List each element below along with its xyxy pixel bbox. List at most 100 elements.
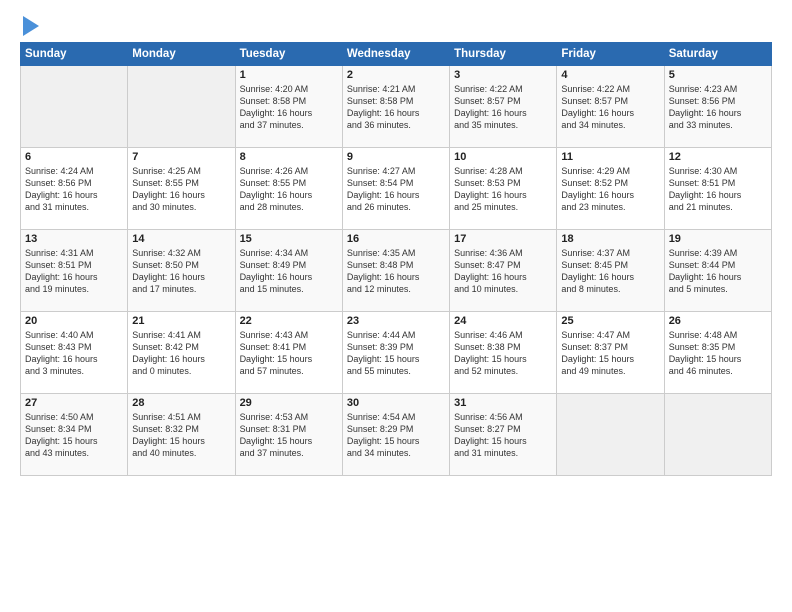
day-number: 11 bbox=[561, 151, 659, 163]
cell-details: Sunrise: 4:29 AM Sunset: 8:52 PM Dayligh… bbox=[561, 165, 659, 214]
weekday-header-sunday: Sunday bbox=[21, 43, 128, 66]
calendar-cell: 3 Sunrise: 4:22 AM Sunset: 8:57 PM Daylig… bbox=[450, 66, 557, 148]
calendar-week-1: 1 Sunrise: 4:20 AM Sunset: 8:58 PM Daylig… bbox=[21, 66, 772, 148]
weekday-header-wednesday: Wednesday bbox=[342, 43, 449, 66]
calendar-cell: 2 Sunrise: 4:21 AM Sunset: 8:58 PM Daylig… bbox=[342, 66, 449, 148]
day-number: 30 bbox=[347, 397, 445, 409]
day-number: 1 bbox=[240, 69, 338, 81]
calendar-cell: 13 Sunrise: 4:31 AM Sunset: 8:51 PM Dayli… bbox=[21, 230, 128, 312]
cell-details: Sunrise: 4:32 AM Sunset: 8:50 PM Dayligh… bbox=[132, 247, 230, 296]
day-number: 16 bbox=[347, 233, 445, 245]
day-number: 8 bbox=[240, 151, 338, 163]
cell-details: Sunrise: 4:51 AM Sunset: 8:32 PM Dayligh… bbox=[132, 411, 230, 460]
day-number: 24 bbox=[454, 315, 552, 327]
cell-details: Sunrise: 4:31 AM Sunset: 8:51 PM Dayligh… bbox=[25, 247, 123, 296]
day-number: 22 bbox=[240, 315, 338, 327]
day-number: 3 bbox=[454, 69, 552, 81]
calendar-week-3: 13 Sunrise: 4:31 AM Sunset: 8:51 PM Dayli… bbox=[21, 230, 772, 312]
cell-details: Sunrise: 4:39 AM Sunset: 8:44 PM Dayligh… bbox=[669, 247, 767, 296]
calendar-cell: 18Sunrise: 4:37 AM Sunset: 8:45 PM Dayli… bbox=[557, 230, 664, 312]
calendar-cell: 28Sunrise: 4:51 AM Sunset: 8:32 PM Dayli… bbox=[128, 394, 235, 476]
calendar-cell: 26 Sunrise: 4:48 AM Sunset: 8:35 PM Dayli… bbox=[664, 312, 771, 394]
weekday-header-monday: Monday bbox=[128, 43, 235, 66]
calendar-cell: 1 Sunrise: 4:20 AM Sunset: 8:58 PM Daylig… bbox=[235, 66, 342, 148]
day-number: 10 bbox=[454, 151, 552, 163]
calendar-cell: 11 Sunrise: 4:29 AM Sunset: 8:52 PM Dayli… bbox=[557, 148, 664, 230]
cell-details: Sunrise: 4:27 AM Sunset: 8:54 PM Dayligh… bbox=[347, 165, 445, 214]
day-number: 21 bbox=[132, 315, 230, 327]
day-number: 4 bbox=[561, 69, 659, 81]
cell-details: Sunrise: 4:44 AM Sunset: 8:39 PM Dayligh… bbox=[347, 329, 445, 378]
calendar-cell: 14 Sunrise: 4:32 AM Sunset: 8:50 PM Dayli… bbox=[128, 230, 235, 312]
day-number: 15 bbox=[240, 233, 338, 245]
cell-details: Sunrise: 4:37 AM Sunset: 8:45 PM Dayligh… bbox=[561, 247, 659, 296]
day-number: 7 bbox=[132, 151, 230, 163]
day-number: 20 bbox=[25, 315, 123, 327]
day-number: 9 bbox=[347, 151, 445, 163]
day-number: 27 bbox=[25, 397, 123, 409]
calendar-cell bbox=[21, 66, 128, 148]
weekday-header-saturday: Saturday bbox=[664, 43, 771, 66]
day-number: 6 bbox=[25, 151, 123, 163]
day-number: 31 bbox=[454, 397, 552, 409]
day-number: 29 bbox=[240, 397, 338, 409]
cell-details: Sunrise: 4:23 AM Sunset: 8:56 PM Dayligh… bbox=[669, 83, 767, 132]
calendar-week-5: 27Sunrise: 4:50 AM Sunset: 8:34 PM Dayli… bbox=[21, 394, 772, 476]
cell-details: Sunrise: 4:25 AM Sunset: 8:55 PM Dayligh… bbox=[132, 165, 230, 214]
calendar-cell bbox=[664, 394, 771, 476]
calendar-cell: 20 Sunrise: 4:40 AM Sunset: 8:43 PM Dayli… bbox=[21, 312, 128, 394]
cell-details: Sunrise: 4:21 AM Sunset: 8:58 PM Dayligh… bbox=[347, 83, 445, 132]
calendar-cell: 29 Sunrise: 4:53 AM Sunset: 8:31 PM Dayli… bbox=[235, 394, 342, 476]
cell-details: Sunrise: 4:35 AM Sunset: 8:48 PM Dayligh… bbox=[347, 247, 445, 296]
cell-details: Sunrise: 4:53 AM Sunset: 8:31 PM Dayligh… bbox=[240, 411, 338, 460]
calendar-cell: 24 Sunrise: 4:46 AM Sunset: 8:38 PM Dayli… bbox=[450, 312, 557, 394]
calendar-cell: 19 Sunrise: 4:39 AM Sunset: 8:44 PM Dayli… bbox=[664, 230, 771, 312]
cell-details: Sunrise: 4:30 AM Sunset: 8:51 PM Dayligh… bbox=[669, 165, 767, 214]
cell-details: Sunrise: 4:54 AM Sunset: 8:29 PM Dayligh… bbox=[347, 411, 445, 460]
page: SundayMondayTuesdayWednesdayThursdayFrid… bbox=[0, 0, 792, 612]
cell-details: Sunrise: 4:22 AM Sunset: 8:57 PM Dayligh… bbox=[454, 83, 552, 132]
calendar-cell: 6Sunrise: 4:24 AM Sunset: 8:56 PM Daylig… bbox=[21, 148, 128, 230]
cell-details: Sunrise: 4:36 AM Sunset: 8:47 PM Dayligh… bbox=[454, 247, 552, 296]
cell-details: Sunrise: 4:34 AM Sunset: 8:49 PM Dayligh… bbox=[240, 247, 338, 296]
day-number: 12 bbox=[669, 151, 767, 163]
weekday-header-thursday: Thursday bbox=[450, 43, 557, 66]
calendar-cell: 30 Sunrise: 4:54 AM Sunset: 8:29 PM Dayli… bbox=[342, 394, 449, 476]
calendar-cell: 10 Sunrise: 4:28 AM Sunset: 8:53 PM Dayli… bbox=[450, 148, 557, 230]
calendar-cell: 4 Sunrise: 4:22 AM Sunset: 8:57 PM Daylig… bbox=[557, 66, 664, 148]
calendar-table: SundayMondayTuesdayWednesdayThursdayFrid… bbox=[20, 42, 772, 476]
cell-details: Sunrise: 4:26 AM Sunset: 8:55 PM Dayligh… bbox=[240, 165, 338, 214]
calendar-week-4: 20 Sunrise: 4:40 AM Sunset: 8:43 PM Dayli… bbox=[21, 312, 772, 394]
cell-details: Sunrise: 4:40 AM Sunset: 8:43 PM Dayligh… bbox=[25, 329, 123, 378]
day-number: 25 bbox=[561, 315, 659, 327]
calendar-cell: 21Sunrise: 4:41 AM Sunset: 8:42 PM Dayli… bbox=[128, 312, 235, 394]
calendar-cell: 9 Sunrise: 4:27 AM Sunset: 8:54 PM Daylig… bbox=[342, 148, 449, 230]
cell-details: Sunrise: 4:22 AM Sunset: 8:57 PM Dayligh… bbox=[561, 83, 659, 132]
calendar-cell: 5 Sunrise: 4:23 AM Sunset: 8:56 PM Daylig… bbox=[664, 66, 771, 148]
cell-details: Sunrise: 4:20 AM Sunset: 8:58 PM Dayligh… bbox=[240, 83, 338, 132]
logo-arrow-icon bbox=[23, 16, 39, 36]
day-number: 19 bbox=[669, 233, 767, 245]
calendar-cell: 17 Sunrise: 4:36 AM Sunset: 8:47 PM Dayli… bbox=[450, 230, 557, 312]
cell-details: Sunrise: 4:48 AM Sunset: 8:35 PM Dayligh… bbox=[669, 329, 767, 378]
calendar-cell: 25Sunrise: 4:47 AM Sunset: 8:37 PM Dayli… bbox=[557, 312, 664, 394]
calendar-cell: 8 Sunrise: 4:26 AM Sunset: 8:55 PM Daylig… bbox=[235, 148, 342, 230]
header bbox=[20, 18, 772, 32]
day-number: 14 bbox=[132, 233, 230, 245]
calendar-cell bbox=[557, 394, 664, 476]
cell-details: Sunrise: 4:28 AM Sunset: 8:53 PM Dayligh… bbox=[454, 165, 552, 214]
calendar-cell bbox=[128, 66, 235, 148]
logo bbox=[20, 18, 39, 32]
cell-details: Sunrise: 4:46 AM Sunset: 8:38 PM Dayligh… bbox=[454, 329, 552, 378]
calendar-cell: 16 Sunrise: 4:35 AM Sunset: 8:48 PM Dayli… bbox=[342, 230, 449, 312]
day-number: 23 bbox=[347, 315, 445, 327]
calendar-cell: 23 Sunrise: 4:44 AM Sunset: 8:39 PM Dayli… bbox=[342, 312, 449, 394]
weekday-header-tuesday: Tuesday bbox=[235, 43, 342, 66]
day-number: 26 bbox=[669, 315, 767, 327]
calendar-cell: 22Sunrise: 4:43 AM Sunset: 8:41 PM Dayli… bbox=[235, 312, 342, 394]
day-number: 5 bbox=[669, 69, 767, 81]
day-number: 2 bbox=[347, 69, 445, 81]
day-number: 13 bbox=[25, 233, 123, 245]
day-number: 17 bbox=[454, 233, 552, 245]
calendar-cell: 15 Sunrise: 4:34 AM Sunset: 8:49 PM Dayli… bbox=[235, 230, 342, 312]
